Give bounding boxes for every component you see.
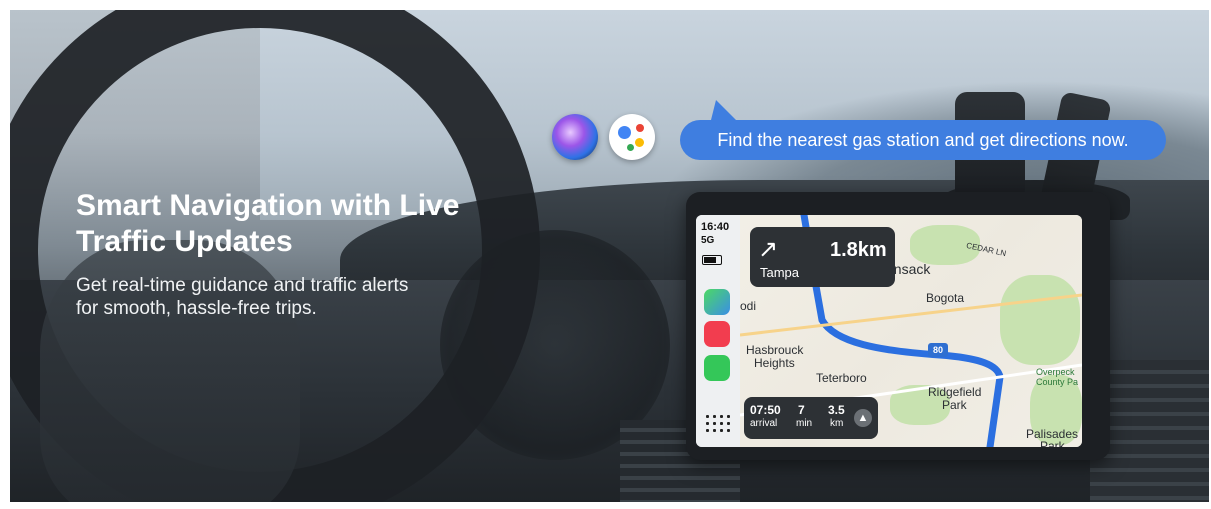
map-label: odi	[740, 299, 757, 313]
subheadline-line-1: Get real-time guidance and traffic alert…	[76, 275, 409, 296]
map-label: Park	[942, 398, 967, 412]
voice-command-bubble: Find the nearest gas station and get dir…	[680, 120, 1166, 160]
page-frame: Smart Navigation with Live Traffic Updat…	[0, 0, 1211, 509]
turn-instruction-card: ↗ 1.8km Tampa	[750, 227, 895, 287]
app-grid-icon[interactable]	[704, 413, 730, 433]
messages-icon[interactable]	[704, 355, 730, 381]
battery-icon	[702, 255, 722, 265]
eta-distance-value: 3.5	[828, 403, 845, 417]
carplay-display: 16:40 5G ensack Bogota CEDAR LN odi Hasb…	[696, 215, 1082, 447]
eta-arrival-value: 07:50	[750, 403, 781, 417]
map-label: Ridgefield	[928, 385, 982, 399]
chevron-up-icon[interactable]: ▲	[854, 409, 872, 427]
map-label: Park	[1040, 439, 1065, 447]
subheadline-line-2: for smooth, hassle-free trips.	[76, 298, 317, 319]
status-signal: 5G	[701, 235, 715, 246]
assistant-dot-blue	[618, 126, 631, 139]
map-label: Overpeck	[1036, 367, 1075, 377]
eta-minutes-label: min	[796, 418, 813, 429]
headline: Smart Navigation with Live Traffic Updat…	[76, 188, 496, 260]
map-label: County Pa	[1036, 377, 1079, 387]
map-label: Bogota	[926, 291, 965, 305]
eta-card[interactable]: 07:50 arrival 7 min 3.5 km ▲	[744, 397, 878, 439]
turn-distance: 1.8km	[830, 239, 887, 261]
music-icon[interactable]	[704, 321, 730, 347]
eta-minutes-value: 7	[798, 403, 805, 417]
headline-line-1: Smart Navigation with Live	[76, 189, 460, 222]
assistant-dot-yellow	[635, 138, 644, 147]
turn-right-arrow-icon: ↗	[758, 236, 779, 263]
map-label: Heights	[754, 356, 795, 370]
subheadline: Get real-time guidance and traffic alert…	[76, 274, 496, 320]
hero-banner: Smart Navigation with Live Traffic Updat…	[10, 10, 1209, 502]
status-time: 16:40	[701, 221, 730, 233]
turn-street: Tampa	[760, 265, 800, 280]
map-label: Teterboro	[816, 371, 867, 385]
eta-arrival-label: arrival	[750, 418, 778, 429]
carplay-dock: 16:40 5G	[696, 215, 740, 447]
assistant-dot-red	[636, 124, 644, 132]
google-assistant-icon	[609, 114, 655, 160]
maps-icon[interactable]	[704, 289, 730, 315]
siri-icon	[552, 114, 598, 160]
map-label: Hasbrouck	[746, 343, 804, 357]
headline-line-2: Traffic Updates	[76, 225, 293, 258]
eta-distance-label: km	[830, 418, 844, 429]
assistant-dot-green	[627, 144, 634, 151]
highway-shield: 80	[928, 343, 948, 357]
